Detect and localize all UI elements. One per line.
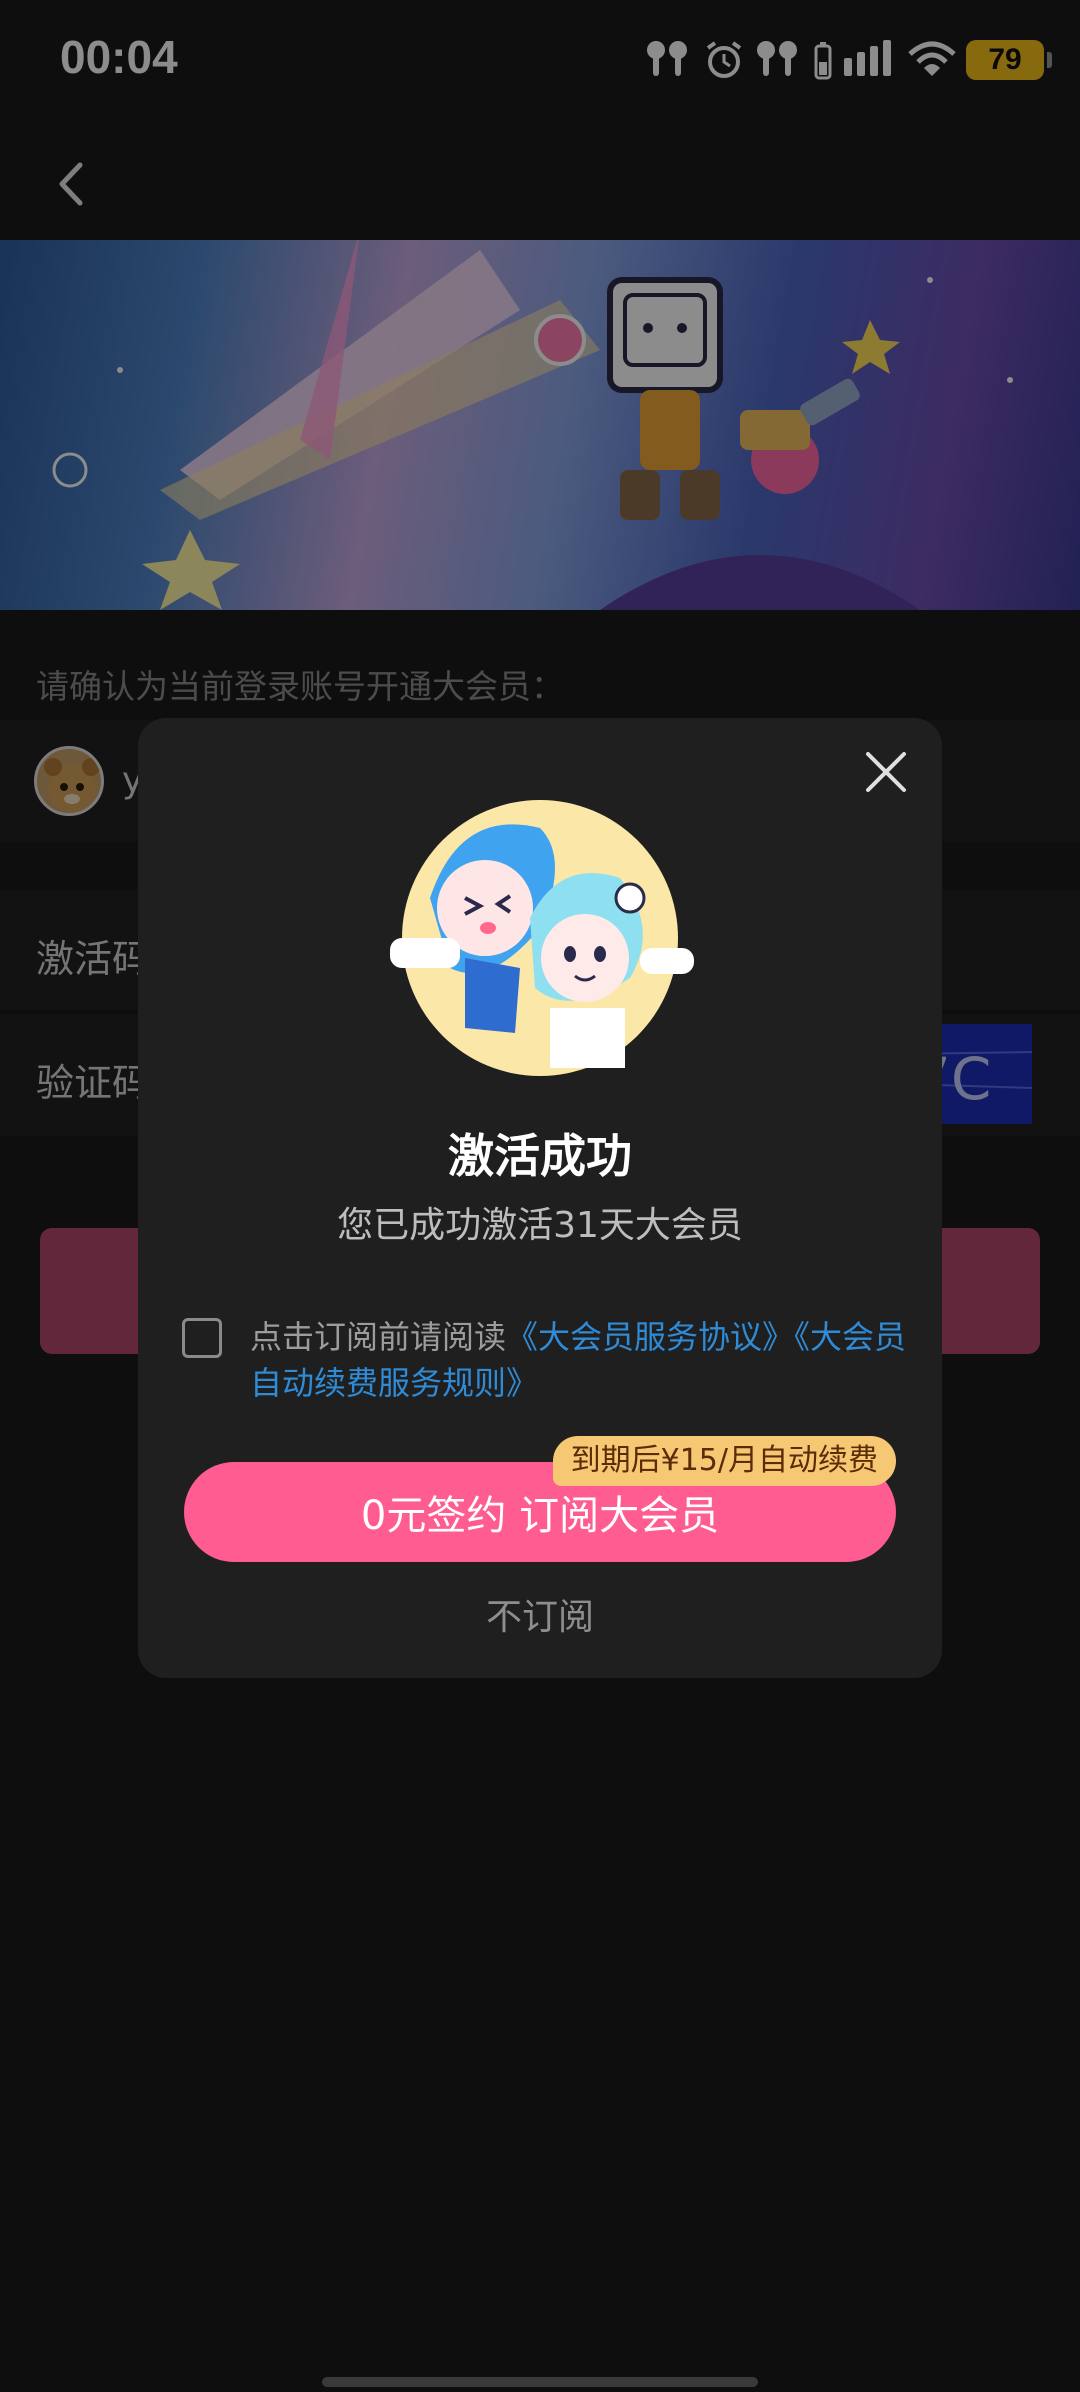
close-button[interactable] [858, 744, 914, 800]
activation-success-dialog: 激活成功 您已成功激活31天大会员 点击订阅前请阅读《大会员服务协议》《大会员自… [138, 718, 942, 1678]
success-title: 激活成功 [448, 1129, 632, 1183]
agreement-prefix: 点击订阅前请阅读 [250, 1318, 507, 1356]
close-icon [866, 752, 906, 792]
service-agreement-link[interactable]: 《大会员服务协议》 [506, 1318, 794, 1356]
success-subtitle: 您已成功激活31天大会员 [337, 1205, 743, 1246]
decline-subscribe-button[interactable]: 不订阅 [138, 1588, 942, 1640]
screen: 00:04 79 请确认为当前登录账号开通大会员： y 激活码 验证码 7C 激… [0, 0, 1080, 2392]
agreement-text: 点击订阅前请阅读《大会员服务协议》《大会员自动续费服务规则》 [250, 1314, 910, 1406]
agreement-checkbox[interactable] [182, 1318, 222, 1358]
home-indicator[interactable] [322, 2377, 758, 2387]
mascot-illustration [370, 778, 710, 1088]
renew-price-badge: 到期后¥15/月自动续费 [552, 1436, 896, 1486]
